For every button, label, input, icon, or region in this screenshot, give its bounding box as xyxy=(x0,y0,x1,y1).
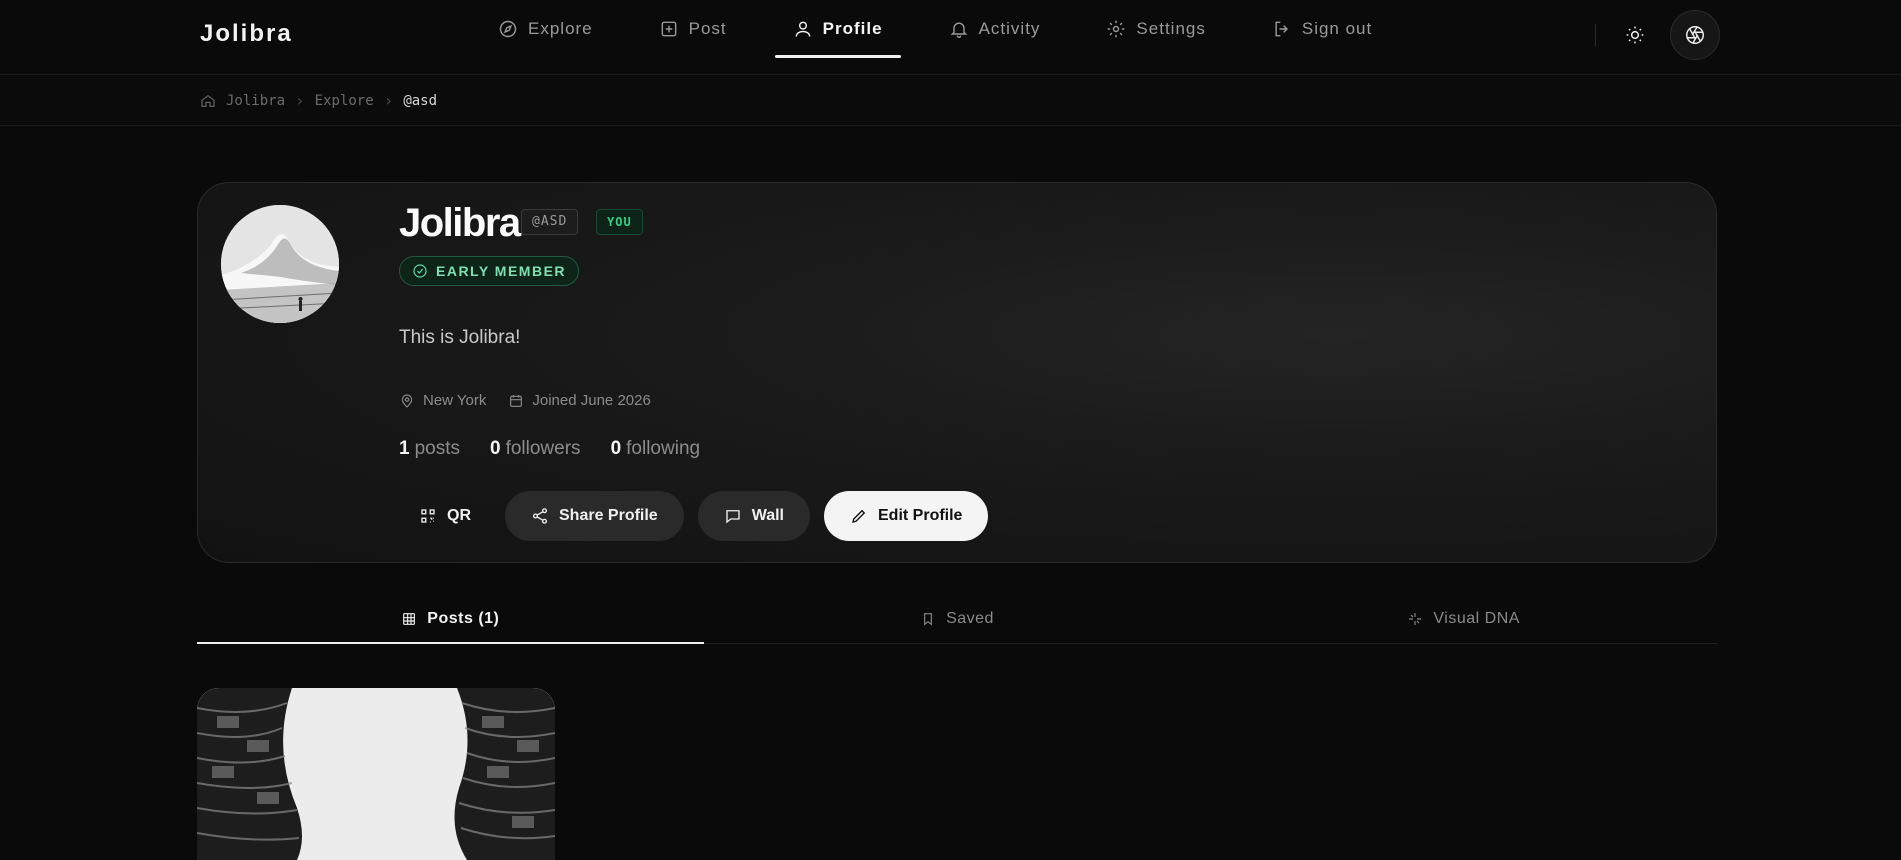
aperture-icon xyxy=(1686,26,1704,44)
followers-count: 0 xyxy=(490,438,501,459)
post-thumbnail[interactable] xyxy=(197,688,555,860)
home-icon xyxy=(201,94,215,107)
profile-meta: New York Joined June 2026 xyxy=(399,392,651,409)
main-nav: Explore Post Profile Activity Settings S… xyxy=(480,0,1420,75)
nav-item-explore[interactable]: Explore xyxy=(480,0,611,58)
share-profile-button[interactable]: Share Profile xyxy=(505,491,684,541)
chevron-right-icon: › xyxy=(295,91,305,110)
edit-profile-label: Edit Profile xyxy=(878,507,963,524)
tab-posts[interactable]: Posts (1) xyxy=(197,594,704,644)
tab-saved-label: Saved xyxy=(946,609,994,627)
nav-divider xyxy=(1595,24,1596,46)
following-count: 0 xyxy=(610,438,622,459)
nav-item-activity[interactable]: Activity xyxy=(931,0,1059,58)
sparkle-icon xyxy=(1409,612,1422,625)
profile-card: Jolibra @ASD YOU EARLY MEMBER This is Jo… xyxy=(197,182,1717,563)
nav-item-post[interactable]: Post xyxy=(641,0,745,58)
sun-icon xyxy=(1626,26,1644,44)
nav-item-label: Profile xyxy=(822,19,883,38)
join-date: Joined June 2026 xyxy=(508,392,651,409)
nav-item-sign-out[interactable]: Sign out xyxy=(1254,0,1390,58)
post-image xyxy=(197,688,555,860)
profile-stats: 1 posts 0 followers 0 following xyxy=(399,438,700,460)
avatar-image xyxy=(221,205,339,323)
posts-stat[interactable]: 1 posts xyxy=(399,438,460,460)
profile-tabs: Posts (1) Saved Visual DNA xyxy=(197,594,1717,644)
breadcrumb-bar: Jolibra › Explore › @asd xyxy=(0,76,1901,126)
qr-button-label: QR xyxy=(447,507,471,524)
posts-label: posts xyxy=(414,438,460,459)
brand-logo[interactable]: Jolibra xyxy=(200,20,293,48)
edit-profile-button[interactable]: Edit Profile xyxy=(824,491,989,541)
compass-icon xyxy=(499,20,517,38)
gear-icon xyxy=(1108,20,1125,38)
map-pin-icon xyxy=(401,394,413,408)
member-badge-label: EARLY MEMBER xyxy=(436,263,567,279)
location-label: New York xyxy=(423,392,487,409)
message-square-icon xyxy=(726,510,740,524)
user-icon xyxy=(795,21,811,37)
breadcrumb-item-explore[interactable]: Explore xyxy=(315,93,374,109)
wall-label: Wall xyxy=(751,507,784,524)
tab-posts-label: Posts (1) xyxy=(427,609,500,627)
following-stat[interactable]: 0 following xyxy=(611,438,701,460)
avatar[interactable] xyxy=(221,205,339,323)
profile-actions: QR Share Profile Wall Edit Profile xyxy=(399,491,989,541)
share-icon xyxy=(532,508,548,524)
handle-badge: @ASD xyxy=(521,209,579,235)
qr-code-icon xyxy=(421,509,435,523)
qr-button[interactable]: QR xyxy=(399,491,491,541)
share-profile-label: Share Profile xyxy=(559,507,658,524)
nav-item-settings[interactable]: Settings xyxy=(1088,0,1223,58)
nav-item-label: Sign out xyxy=(1301,19,1373,38)
wall-button[interactable]: Wall xyxy=(697,491,810,541)
posts-count: 1 xyxy=(399,438,410,459)
tab-visual-dna-label: Visual DNA xyxy=(1433,609,1520,627)
profile-bio: This is Jolibra! xyxy=(399,327,521,348)
chevron-right-icon: › xyxy=(383,91,394,110)
nav-item-label: Post xyxy=(688,19,727,38)
nav-item-label: Explore xyxy=(528,19,593,38)
breadcrumb: Jolibra › Explore › @asd xyxy=(200,91,437,110)
sign-out-icon xyxy=(1275,21,1288,37)
followers-label: followers xyxy=(505,438,581,459)
breadcrumb-item-current: @asd xyxy=(403,92,438,109)
following-label: following xyxy=(626,438,701,459)
plus-square-icon xyxy=(661,21,677,37)
nav-item-label: Activity xyxy=(978,19,1041,38)
bell-icon xyxy=(950,22,967,38)
location: New York xyxy=(399,392,486,409)
bookmark-icon xyxy=(924,612,932,626)
top-navigation-bar: Jolibra Explore Post Profile Activity Se… xyxy=(0,0,1901,75)
pencil-icon xyxy=(852,509,866,523)
check-circle-icon xyxy=(413,264,427,278)
tab-saved[interactable]: Saved xyxy=(704,594,1211,643)
breadcrumb-item-home[interactable]: Jolibra xyxy=(226,93,285,109)
profile-name: Jolibra xyxy=(399,201,521,245)
nav-item-label: Settings xyxy=(1136,19,1206,38)
theme-toggle-button[interactable] xyxy=(1620,20,1650,50)
join-date-label: Joined June 2026 xyxy=(532,392,651,409)
camera-menu-button[interactable] xyxy=(1670,10,1720,60)
grid-icon xyxy=(403,612,416,625)
followers-stat[interactable]: 0 followers xyxy=(490,438,581,460)
calendar-icon xyxy=(510,394,523,407)
tab-visual-dna[interactable]: Visual DNA xyxy=(1210,594,1717,643)
you-badge: YOU xyxy=(596,209,643,235)
nav-item-profile[interactable]: Profile xyxy=(774,0,901,58)
early-member-badge: EARLY MEMBER xyxy=(399,256,580,286)
